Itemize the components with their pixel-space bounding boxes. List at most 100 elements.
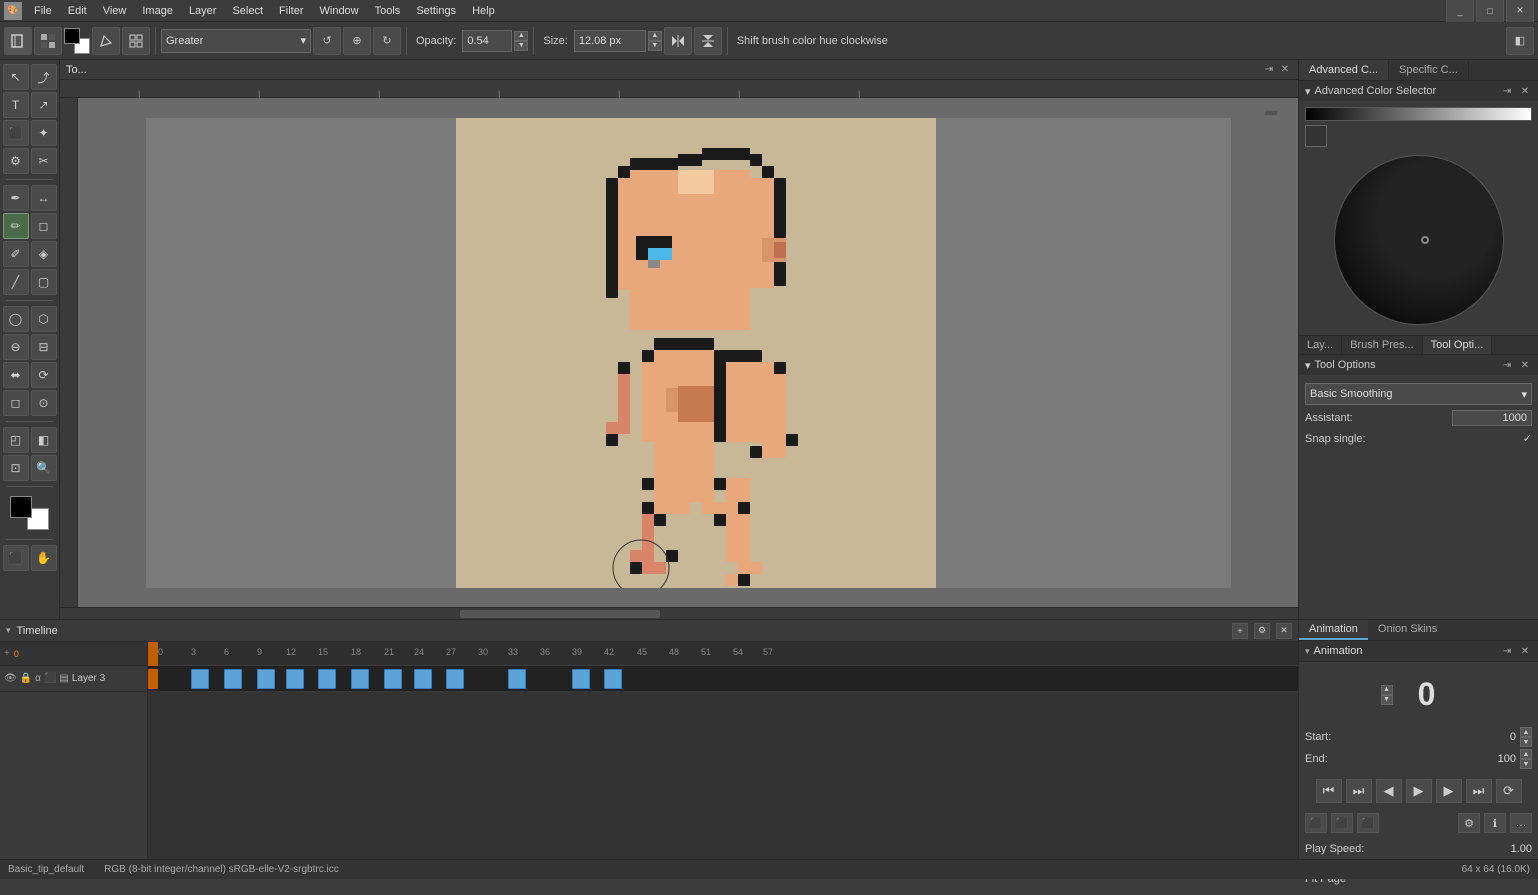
tool-path[interactable]: ✒ (3, 185, 29, 211)
anim-copy-btn[interactable]: ⬛ (1331, 813, 1353, 833)
end-spinner[interactable]: ▲ ▼ (1520, 749, 1532, 769)
anim-delete-btn[interactable]: ⬛ (1357, 813, 1379, 833)
layer-alpha-icon[interactable]: α (35, 673, 41, 684)
keyframe-21[interactable] (384, 669, 402, 689)
keyframe-18[interactable] (351, 669, 369, 689)
opacity-down-btn[interactable]: ▼ (514, 41, 528, 51)
canvas-float-btn[interactable]: ⇥ (1262, 63, 1276, 77)
anim-add-layer-btn[interactable]: ⬛ (1305, 813, 1327, 833)
size-up-btn[interactable]: ▲ (648, 31, 662, 41)
anim-close-btn[interactable]: ✕ (1518, 644, 1532, 658)
sub-tab-brush-presets[interactable]: Brush Pres... (1342, 336, 1423, 354)
tool-gradient[interactable]: ✦ (31, 120, 57, 146)
tool-fill[interactable]: ⬛ (3, 120, 29, 146)
opacity-input[interactable] (462, 30, 512, 52)
opacity-up-btn[interactable]: ▲ (514, 31, 528, 41)
tool-eyedropper[interactable]: ⊡ (3, 455, 29, 481)
tool-magic-wand[interactable]: ◧ (31, 427, 57, 453)
tool-brush[interactable]: ✏ (3, 213, 29, 239)
menu-select[interactable]: Select (224, 3, 271, 19)
color-swatch[interactable] (64, 28, 90, 54)
menu-tools[interactable]: Tools (367, 3, 409, 19)
end-down-btn[interactable]: ▼ (1520, 759, 1532, 769)
start-down-btn[interactable]: ▼ (1520, 737, 1532, 747)
tab-animation[interactable]: Animation (1299, 620, 1368, 640)
panel-toggle-btn[interactable]: ◧ (1506, 27, 1534, 55)
menu-file[interactable]: File (26, 3, 60, 19)
canvas-scrollbar-h[interactable] (60, 607, 1298, 619)
tool-pencil[interactable]: ✐ (3, 241, 29, 267)
keyframe-15[interactable] (318, 669, 336, 689)
timeline-settings-btn[interactable]: ⚙ (1254, 623, 1270, 639)
frame-down-btn[interactable]: ▼ (1381, 695, 1393, 705)
smoothing-dropdown[interactable]: Basic Smoothing ▾ (1305, 383, 1532, 405)
tab-advanced-color[interactable]: Advanced C... (1299, 60, 1389, 80)
timeline-frames[interactable]: 0 3 6 9 12 15 18 21 24 27 30 33 36 39 42… (148, 642, 1298, 859)
tool-ellipse[interactable]: ◯ (3, 306, 29, 332)
menu-edit[interactable]: Edit (60, 3, 95, 19)
tool-filter[interactable]: ⚙ (3, 148, 29, 174)
layer-visibility-icon[interactable]: 👁 (4, 673, 17, 684)
keyframe-27[interactable] (446, 669, 464, 689)
frame-up-btn[interactable]: ▲ (1381, 685, 1393, 695)
gradient-bar[interactable] (1305, 107, 1532, 121)
tool-eraser[interactable]: ◻ (31, 213, 57, 239)
menu-view[interactable]: View (95, 3, 135, 19)
tool-options-section-header[interactable]: ▾ Tool Options ⇥ ✕ (1299, 355, 1538, 375)
flip-h-btn[interactable] (664, 27, 692, 55)
advanced-color-section-header[interactable]: ▾ Advanced Color Selector ⇥ ✕ (1299, 81, 1538, 101)
frame-fwd-btn[interactable]: ▶ (1436, 779, 1462, 803)
anim-section-header[interactable]: ▾ Animation ⇥ ✕ (1299, 641, 1538, 662)
art-canvas[interactable] (456, 123, 936, 583)
sub-tab-layers[interactable]: Lay... (1299, 336, 1342, 354)
tool-color-sel[interactable]: ◰ (3, 427, 29, 453)
refresh-btn[interactable]: ↻ (373, 27, 401, 55)
sub-tab-tool-options[interactable]: Tool Opti... (1423, 336, 1493, 354)
keyframe-6[interactable] (224, 669, 242, 689)
menu-settings[interactable]: Settings (408, 3, 464, 19)
tab-onion-skins[interactable]: Onion Skins (1368, 620, 1447, 640)
prev-frame-btn[interactable]: ⏭ (1346, 779, 1372, 803)
tool-dynamic[interactable]: ↗ (31, 92, 57, 118)
frame-back-btn[interactable]: ◀ (1376, 779, 1402, 803)
keyframe-12[interactable] (286, 669, 304, 689)
tool-select-freehand[interactable]: ⤴ (31, 64, 57, 90)
loop-btn[interactable]: ⟳ (1496, 779, 1522, 803)
size-input[interactable] (574, 30, 646, 52)
keyframe-3[interactable] (191, 669, 209, 689)
menu-filter[interactable]: Filter (271, 3, 311, 19)
keyframe-24[interactable] (414, 669, 432, 689)
tool-zoom[interactable]: 🔍 (31, 455, 57, 481)
snap-check[interactable]: ✓ (1523, 432, 1532, 445)
color-swatch-button[interactable] (1305, 125, 1327, 147)
timeline-add-btn[interactable]: + (1232, 623, 1248, 639)
menu-window[interactable]: Window (312, 3, 367, 19)
color-section-expand[interactable]: ⇥ (1500, 84, 1514, 98)
tool-options-expand[interactable]: ⇥ (1500, 358, 1514, 372)
tool-transform[interactable]: ✂ (31, 148, 57, 174)
size-down-btn[interactable]: ▼ (648, 41, 662, 51)
keyframe-33[interactable] (508, 669, 526, 689)
tool-rect-select[interactable]: ▢ (31, 269, 57, 295)
timeline-close-btn[interactable]: ✕ (1276, 623, 1292, 639)
keyframe-9[interactable] (257, 669, 275, 689)
flip-v-btn[interactable] (694, 27, 722, 55)
canvas-close-btn[interactable]: ✕ (1278, 63, 1292, 77)
center-btn[interactable]: ⊕ (343, 27, 371, 55)
start-spinner[interactable]: ▲ ▼ (1520, 727, 1532, 747)
play-btn[interactable]: ▶ (1406, 779, 1432, 803)
go-start-btn[interactable]: ⏮ (1316, 779, 1342, 803)
color-section-close[interactable]: ✕ (1518, 84, 1532, 98)
tool-measure[interactable]: ⊖ (3, 334, 29, 360)
keyframe-39[interactable] (572, 669, 590, 689)
frame-add-btn[interactable]: + (4, 648, 14, 659)
color-wheel[interactable] (1334, 155, 1504, 325)
tool-rect-ellipse[interactable]: ◻ (3, 390, 29, 416)
brush-mode-dropdown[interactable]: Greater ▾ (161, 29, 311, 53)
keyframe-42[interactable] (604, 669, 622, 689)
grid-btn[interactable] (122, 27, 150, 55)
layer-lock-icon[interactable]: 🔒 (20, 673, 32, 684)
tool-reference[interactable]: ⊟ (31, 334, 57, 360)
layer-row[interactable]: 👁 🔒 α ⬛ ▤ Layer 3 (0, 666, 147, 692)
canvas-area[interactable]: | | | | | | | (60, 80, 1298, 607)
